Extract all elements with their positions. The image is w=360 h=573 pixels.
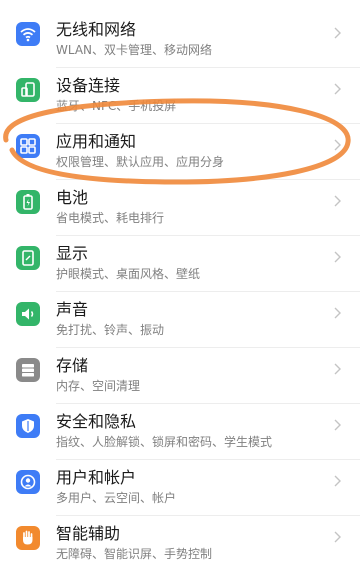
settings-item-subtitle: 无障碍、智能识屏、手势控制 — [56, 547, 213, 561]
display-icon — [16, 246, 40, 270]
settings-item-subtitle: WLAN、双卡管理、移动网络 — [56, 43, 213, 57]
wifi-icon — [16, 22, 40, 46]
chevron-right-icon — [334, 419, 341, 431]
apps-icon — [16, 134, 40, 158]
settings-item-subtitle: 内存、空间清理 — [56, 379, 141, 393]
settings-item-title: 无线和网络 — [56, 20, 137, 39]
chevron-right-icon — [334, 363, 341, 375]
chevron-right-icon — [334, 307, 341, 319]
settings-item-apps-notifications[interactable]: 应用和通知 权限管理、默认应用、应用分身 — [0, 124, 360, 180]
settings-item-title: 设备连接 — [56, 76, 121, 95]
settings-item-title: 显示 — [56, 244, 89, 263]
settings-item-title: 用户和帐户 — [56, 468, 137, 487]
chevron-right-icon — [334, 27, 341, 39]
settings-item-storage[interactable]: 存储 内存、空间清理 — [0, 348, 360, 404]
chevron-right-icon — [334, 251, 341, 263]
shield-icon — [16, 414, 40, 438]
chevron-right-icon — [334, 83, 341, 95]
settings-item-title: 安全和隐私 — [56, 412, 137, 431]
user-icon — [16, 470, 40, 494]
chevron-right-icon — [334, 475, 341, 487]
sound-icon — [16, 302, 40, 326]
hand-icon — [16, 526, 40, 550]
settings-item-subtitle: 蓝牙、NFC、手机投屏 — [56, 99, 177, 113]
settings-item-security-privacy[interactable]: 安全和隐私 指纹、人脸解锁、锁屏和密码、学生模式 — [0, 404, 360, 460]
settings-item-sound[interactable]: 声音 免打扰、铃声、振动 — [0, 292, 360, 348]
settings-item-subtitle: 权限管理、默认应用、应用分身 — [56, 155, 225, 169]
settings-item-subtitle: 省电模式、耗电排行 — [56, 211, 165, 225]
settings-item-users-accounts[interactable]: 用户和帐户 多用户、云空间、帐户 — [0, 460, 360, 516]
chevron-right-icon — [334, 139, 341, 151]
settings-item-smart-assist[interactable]: 智能辅助 无障碍、智能识屏、手势控制 — [0, 516, 360, 572]
settings-item-subtitle: 指纹、人脸解锁、锁屏和密码、学生模式 — [56, 435, 273, 449]
settings-item-title: 应用和通知 — [56, 132, 137, 151]
settings-item-display[interactable]: 显示 护眼模式、桌面风格、壁纸 — [0, 236, 360, 292]
settings-item-title: 电池 — [56, 188, 89, 207]
settings-item-wireless[interactable]: 无线和网络 WLAN、双卡管理、移动网络 — [0, 12, 360, 68]
settings-item-subtitle: 护眼模式、桌面风格、壁纸 — [56, 267, 201, 281]
storage-icon — [16, 358, 40, 382]
settings-item-device-connection[interactable]: 设备连接 蓝牙、NFC、手机投屏 — [0, 68, 360, 124]
settings-item-title: 存储 — [56, 356, 89, 375]
settings-item-subtitle: 多用户、云空间、帐户 — [56, 491, 177, 505]
device-connect-icon — [16, 78, 40, 102]
chevron-right-icon — [334, 531, 341, 543]
settings-item-title: 智能辅助 — [56, 524, 121, 543]
settings-item-battery[interactable]: 电池 省电模式、耗电排行 — [0, 180, 360, 236]
battery-icon — [16, 190, 40, 214]
settings-item-subtitle: 免打扰、铃声、振动 — [56, 323, 165, 337]
settings-item-title: 声音 — [56, 300, 89, 319]
chevron-right-icon — [334, 195, 341, 207]
